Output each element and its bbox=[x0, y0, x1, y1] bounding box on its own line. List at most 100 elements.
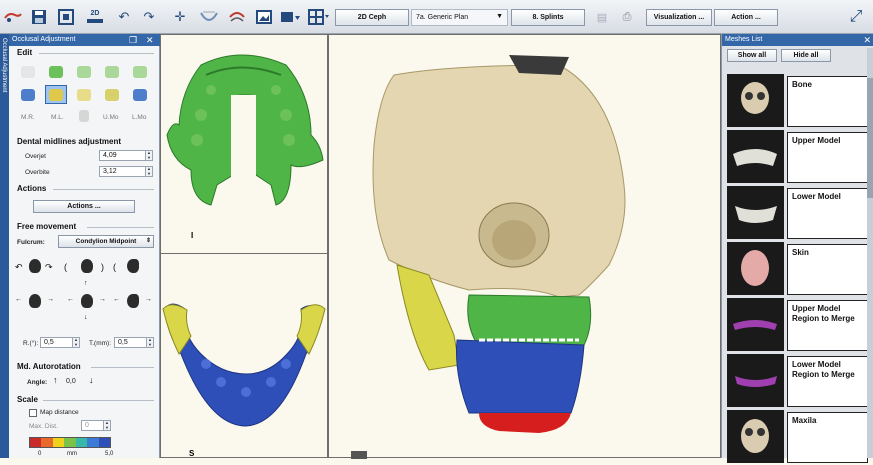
action-button[interactable]: Action ... bbox=[714, 9, 778, 26]
segment-blue-icon[interactable] bbox=[133, 89, 147, 101]
mesh-item-bone[interactable]: Bone bbox=[727, 74, 869, 127]
segment-yellow-blue-icon[interactable] bbox=[105, 89, 119, 101]
roll-right-icon[interactable]: ) bbox=[101, 262, 104, 272]
restore-window-icon[interactable]: ❐ bbox=[129, 34, 137, 46]
panel-title: Occlusal Adjustment bbox=[12, 36, 76, 43]
segment-icon[interactable] bbox=[21, 89, 35, 101]
pitch-icon[interactable]: ( bbox=[113, 262, 116, 272]
crosshair-icon[interactable]: ✛ bbox=[170, 8, 190, 26]
jaw-icon[interactable] bbox=[197, 8, 221, 26]
mesh-name: Maxila bbox=[787, 412, 868, 463]
expand-icon[interactable]: ⤢ bbox=[844, 8, 868, 26]
right-arrow-icon[interactable]: → bbox=[99, 296, 106, 303]
map-distance-checkbox[interactable] bbox=[29, 409, 37, 417]
spin-arrows-icon[interactable]: ▲ ▼ bbox=[72, 337, 79, 347]
roll-left-icon[interactable]: ( bbox=[64, 262, 67, 272]
spin-arrows-icon[interactable]: ▲ ▼ bbox=[145, 150, 152, 160]
meshes-scrollbar[interactable] bbox=[867, 48, 873, 458]
scrollbar-thumb[interactable] bbox=[867, 78, 873, 198]
app-logo-icon[interactable] bbox=[2, 8, 24, 26]
tooth-icon[interactable] bbox=[21, 66, 35, 78]
scale-color-swatch bbox=[30, 438, 42, 447]
angle-down-icon[interactable]: ↓ bbox=[89, 375, 94, 385]
mesh-item-upper-region[interactable]: Upper Model Region to Merge bbox=[727, 298, 869, 351]
edit-label-ml[interactable]: M.L. bbox=[51, 114, 64, 121]
bottom-left-viewport[interactable]: S bbox=[160, 253, 328, 458]
rotate-left-arrow-icon[interactable]: ↶ bbox=[15, 262, 23, 273]
close-icon[interactable]: ✕ bbox=[863, 34, 871, 46]
fulcrum-select[interactable]: Condylion Midpoint ⇕ bbox=[58, 235, 154, 248]
layout-view-icon[interactable] bbox=[55, 8, 77, 26]
spin-arrows-icon[interactable]: ▲ ▼ bbox=[145, 166, 152, 176]
segment-yellow-icon[interactable] bbox=[77, 89, 91, 101]
down-arrow-icon[interactable]: ↓ bbox=[84, 314, 88, 321]
angle-up-icon[interactable]: ↑ bbox=[53, 375, 58, 385]
translation-input[interactable]: 0,5 ▲ ▼ bbox=[114, 337, 154, 348]
segment-selected-icon bbox=[49, 89, 63, 101]
spin-arrows-icon[interactable]: ▲ ▼ bbox=[103, 420, 110, 430]
edit-label-lmo[interactable]: L.Mo bbox=[132, 114, 146, 121]
head-front-icon[interactable] bbox=[29, 259, 41, 273]
splint-icon[interactable] bbox=[226, 8, 248, 26]
overjet-input[interactable]: 4,09 ▲ ▼ bbox=[99, 150, 153, 161]
left-arrow-icon[interactable]: ← bbox=[15, 296, 22, 303]
close-icon[interactable]: ✕ bbox=[146, 34, 154, 46]
right-arrow-icon[interactable]: → bbox=[47, 296, 54, 303]
document-icon[interactable]: ▤ bbox=[592, 8, 612, 26]
rotate-right-arrow-icon[interactable]: ↷ bbox=[45, 262, 53, 273]
actions-button[interactable]: Actions ... bbox=[33, 200, 135, 213]
mesh-item-skin[interactable]: Skin bbox=[727, 242, 869, 295]
upper-arch-right-icon[interactable] bbox=[105, 66, 119, 78]
upper-arch-icon[interactable] bbox=[49, 66, 63, 78]
visualization-button[interactable]: Visualization ... bbox=[646, 9, 712, 26]
max-dist-input[interactable]: 0 ▲ ▼ bbox=[81, 420, 111, 431]
plan-select[interactable]: 7a. Generic Plan ▼ bbox=[411, 9, 508, 26]
forward-arrow-icon[interactable]: ← bbox=[113, 296, 120, 303]
head-center-icon[interactable] bbox=[81, 294, 93, 308]
left-arrow-icon[interactable]: ← bbox=[67, 296, 74, 303]
overbite-input[interactable]: 3,12 ▲ ▼ bbox=[99, 166, 153, 177]
mesh-item-upper-model[interactable]: Upper Model bbox=[727, 130, 869, 183]
printer-icon[interactable]: ⎙ bbox=[617, 8, 637, 26]
views-icon[interactable] bbox=[278, 8, 304, 26]
2d-view-icon[interactable]: 2D bbox=[82, 8, 108, 26]
skull-3d-render bbox=[372, 55, 626, 433]
image-icon[interactable] bbox=[254, 8, 274, 26]
2d-ceph-button[interactable]: 2D Ceph bbox=[335, 9, 409, 26]
edit-label-umo[interactable]: U.Mo bbox=[103, 114, 119, 121]
scale-color-swatch bbox=[41, 438, 53, 447]
angle-value: 0,0 bbox=[66, 378, 76, 385]
scale-section-title: Scale bbox=[17, 395, 38, 404]
pen-icon[interactable] bbox=[79, 110, 89, 122]
backward-arrow-icon[interactable]: → bbox=[145, 296, 152, 303]
mesh-item-lower-model[interactable]: Lower Model bbox=[727, 186, 869, 239]
head-back-icon[interactable] bbox=[29, 294, 41, 308]
head-front-up-icon[interactable] bbox=[81, 259, 93, 273]
save-icon[interactable] bbox=[28, 8, 50, 26]
show-all-button[interactable]: Show all bbox=[727, 49, 777, 62]
fulcrum-value: Condylion Midpoint bbox=[75, 238, 137, 245]
mesh-item-lower-region[interactable]: Lower Model Region to Merge bbox=[727, 354, 869, 407]
head-side-icon[interactable] bbox=[127, 259, 139, 273]
upper-arch-left-icon[interactable] bbox=[77, 66, 91, 78]
mesh-item-maxila[interactable]: Maxila bbox=[727, 410, 869, 463]
mesh-name: Lower Model Region to Merge bbox=[787, 356, 868, 407]
edit-section-title: Edit bbox=[17, 48, 33, 57]
maxila-thumb bbox=[727, 410, 784, 463]
rotation-input[interactable]: 0,5 ▲ ▼ bbox=[40, 337, 80, 348]
redo-icon[interactable]: ↷ bbox=[139, 8, 159, 26]
scale-color-swatch bbox=[87, 438, 99, 447]
head-side-move-icon[interactable] bbox=[127, 294, 139, 308]
upper-arch-front-icon[interactable] bbox=[133, 66, 147, 78]
lower-model-thumb bbox=[727, 186, 784, 239]
side-tab-occlusal[interactable]: Occlusal Adjustment bbox=[0, 34, 9, 458]
edit-label-mr[interactable]: M.R. bbox=[21, 114, 35, 121]
up-arrow-icon[interactable]: ↑ bbox=[84, 280, 88, 287]
undo-icon[interactable]: ↶ bbox=[114, 8, 134, 26]
top-left-viewport[interactable]: I bbox=[160, 34, 328, 254]
grid-icon[interactable] bbox=[306, 8, 332, 26]
hide-all-button[interactable]: Hide all bbox=[781, 49, 831, 62]
spin-arrows-icon[interactable]: ▲ ▼ bbox=[146, 337, 153, 347]
main-3d-viewport[interactable] bbox=[328, 34, 721, 459]
splints-button[interactable]: 8. Splints bbox=[511, 9, 585, 26]
